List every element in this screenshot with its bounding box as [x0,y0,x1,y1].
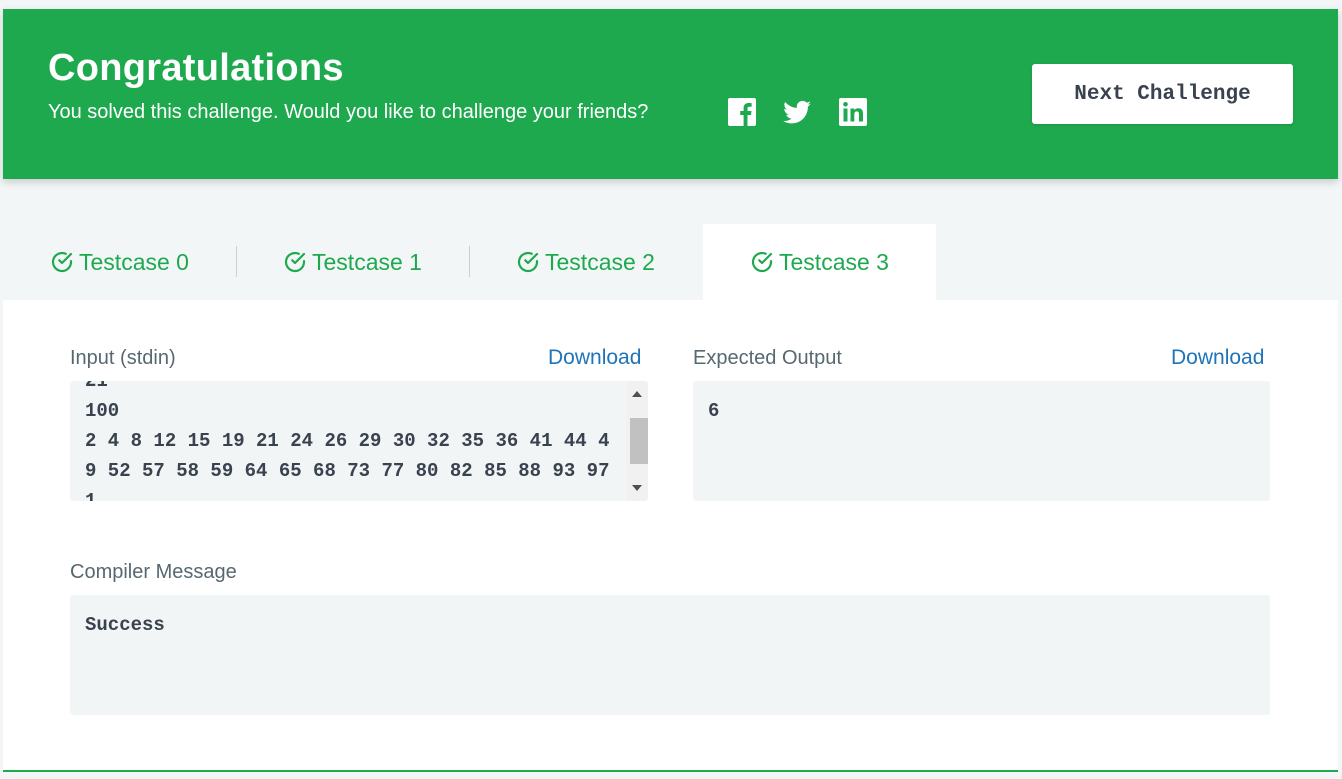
tab-testcase-2[interactable]: Testcase 2 [469,224,702,300]
tab-label: Testcase 0 [79,248,189,275]
check-circle-icon [750,250,774,274]
twitter-icon[interactable] [782,97,812,127]
compiler-message-text: Success [85,614,165,636]
input-label: Input (stdin) [70,347,176,369]
tab-label: Testcase 1 [312,248,422,275]
banner-title: Congratulations [48,47,344,89]
input-box[interactable]: 21 100 2 4 8 12 15 19 21 24 26 29 30 32 … [70,381,648,501]
input-download-link[interactable]: Download [548,346,641,370]
check-circle-icon [516,250,540,274]
success-banner: Congratulations You solved this challeng… [3,9,1338,179]
tab-testcase-1[interactable]: Testcase 1 [236,224,469,300]
compiler-message-label: Compiler Message [70,561,237,583]
check-circle-icon [50,250,74,274]
check-circle-icon [283,250,307,274]
scroll-down-icon[interactable] [632,485,642,491]
compiler-message-box: Success [70,595,1270,715]
expected-output-download-link[interactable]: Download [1171,346,1264,370]
expected-output-label: Expected Output [693,347,842,369]
tab-label: Testcase 2 [545,248,655,275]
testcase-tabs: Testcase 0 Testcase 1 Testcase 2 Testcas… [3,224,1338,300]
scroll-up-icon[interactable] [632,391,642,397]
facebook-icon[interactable] [727,97,757,127]
expected-output-box: 6 [693,381,1270,501]
input-text: 21 100 2 4 8 12 15 19 21 24 26 29 30 32 … [85,381,610,501]
linkedin-icon[interactable] [838,97,868,127]
tab-testcase-3[interactable]: Testcase 3 [703,224,936,300]
tab-testcase-0[interactable]: Testcase 0 [3,224,236,300]
testcase-panel: Input (stdin) Download 21 100 2 4 8 12 1… [3,300,1338,772]
scroll-thumb[interactable] [630,418,648,464]
tab-label: Testcase 3 [779,248,889,275]
input-scrollbar[interactable] [626,381,648,501]
next-challenge-button[interactable]: Next Challenge [1032,64,1293,124]
expected-output-text: 6 [708,400,720,422]
banner-subtitle: You solved this challenge. Would you lik… [48,101,649,123]
